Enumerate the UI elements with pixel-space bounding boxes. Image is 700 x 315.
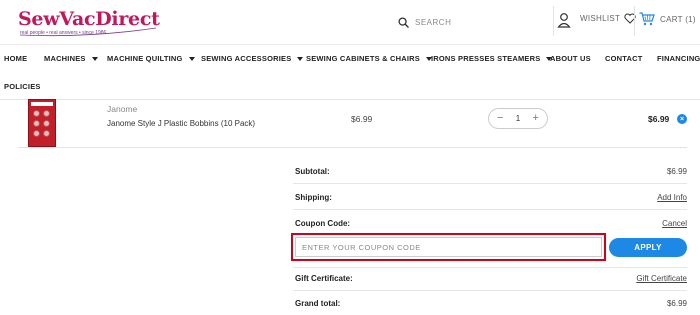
bobbin-graphic	[43, 110, 50, 117]
wishlist-label: WISHLIST	[580, 14, 621, 23]
product-price: $6.99	[351, 114, 373, 124]
nav-item-sewing-accessories[interactable]: SEWING ACCESSORIES	[201, 54, 304, 63]
bobbin-graphic	[33, 110, 40, 117]
site-header: SewVacDirect real people • real answers …	[0, 0, 700, 44]
product-image[interactable]	[28, 99, 56, 147]
search-bar[interactable]	[398, 12, 548, 32]
caret-down-icon	[297, 56, 304, 61]
quantity-stepper[interactable]: − 1 +	[488, 108, 548, 129]
nav-item-label: ABOUT US	[550, 54, 591, 63]
wishlist-link[interactable]: WISHLIST	[580, 13, 636, 24]
nav-item-label: IRONS PRESSES STEAMERS	[431, 54, 541, 63]
nav-item-sewing-cabinets-chairs[interactable]: SEWING CABINETS & CHAIRS	[306, 54, 432, 63]
nav-item-label: CONTACT	[605, 54, 643, 63]
logo-tagline: real people • real answers • since 1986	[20, 30, 107, 36]
close-icon[interactable]: ×	[677, 114, 687, 124]
gift-certificate-link[interactable]: Gift Certificate	[636, 274, 687, 283]
coupon-code-input[interactable]	[295, 237, 602, 257]
nav-item-label: POLICIES	[4, 82, 41, 91]
summary-divider	[293, 290, 687, 291]
product-brand: Janome	[107, 104, 138, 114]
search-input[interactable]	[415, 17, 535, 27]
apply-coupon-button[interactable]: APPLY	[609, 238, 687, 257]
gift-certificate-label: Gift Certificate:	[295, 274, 353, 283]
coupon-label: Coupon Code:	[295, 219, 351, 228]
nav-item-label: SEWING ACCESSORIES	[201, 54, 292, 63]
nav-item-policies[interactable]: POLICIES	[4, 82, 41, 91]
bobbin-graphic	[43, 120, 50, 127]
nav-item-irons-presses-steamers[interactable]: IRONS PRESSES STEAMERS	[431, 54, 553, 63]
nav-item-label: MACHINE QUILTING	[107, 54, 183, 63]
row-divider	[18, 147, 687, 148]
nav-item-label: SEWING CABINETS & CHAIRS	[306, 54, 420, 63]
summary-divider	[293, 183, 687, 184]
nav-divider	[0, 99, 700, 100]
bobbin-graphic	[33, 130, 40, 137]
bobbin-graphic	[43, 130, 50, 137]
nav-item-label: MACHINES	[44, 54, 86, 63]
header-divider	[634, 6, 635, 36]
shipping-label: Shipping:	[295, 193, 332, 202]
logo-text: SewVacDirect	[18, 8, 160, 30]
increment-button[interactable]: +	[533, 113, 539, 124]
caret-down-icon	[188, 56, 195, 61]
caret-down-icon	[91, 56, 98, 61]
remove-glyph: ×	[679, 115, 685, 123]
summary-divider	[293, 267, 687, 268]
shipping-add-info-link[interactable]: Add Info	[657, 193, 687, 202]
site-logo[interactable]: SewVacDirect real people • real answers …	[18, 8, 160, 38]
line-total: $6.99	[648, 114, 670, 124]
nav-item-machine-quilting[interactable]: MACHINE QUILTING	[107, 54, 195, 63]
nav-item-financing[interactable]: FINANCING	[657, 54, 700, 63]
nav-item-home[interactable]: HOME	[4, 54, 27, 63]
product-name[interactable]: Janome Style J Plastic Bobbins (10 Pack)	[107, 119, 255, 128]
coupon-cancel-link[interactable]: Cancel	[662, 219, 687, 228]
cart-icon	[639, 12, 655, 26]
grand-total-label: Grand total:	[295, 299, 341, 308]
nav-item-label: HOME	[4, 54, 28, 63]
user-icon[interactable]	[557, 12, 571, 30]
cart-link[interactable]: CART (1)	[639, 12, 696, 26]
coupon-highlight	[291, 233, 606, 261]
quantity-value[interactable]: 1	[516, 114, 520, 123]
subtotal-value: $6.99	[666, 167, 687, 176]
nav-item-about-us[interactable]: ABOUT US	[550, 54, 591, 63]
grand-total-value: $6.99	[666, 299, 687, 308]
nav-item-contact[interactable]: CONTACT	[605, 54, 643, 63]
decrement-button[interactable]: −	[497, 113, 503, 124]
main-nav: HOME MACHINES MACHINE QUILTING SEWING AC…	[0, 45, 700, 99]
header-divider	[553, 6, 554, 36]
nav-item-label: FINANCING	[657, 54, 700, 63]
summary-divider	[293, 209, 687, 210]
bobbin-graphic	[33, 120, 40, 127]
subtotal-label: Subtotal:	[295, 167, 330, 176]
search-icon[interactable]	[398, 16, 409, 28]
cart-label: CART (1)	[660, 14, 696, 24]
nav-item-machines[interactable]: MACHINES	[44, 54, 98, 63]
product-label-strip	[31, 102, 53, 106]
